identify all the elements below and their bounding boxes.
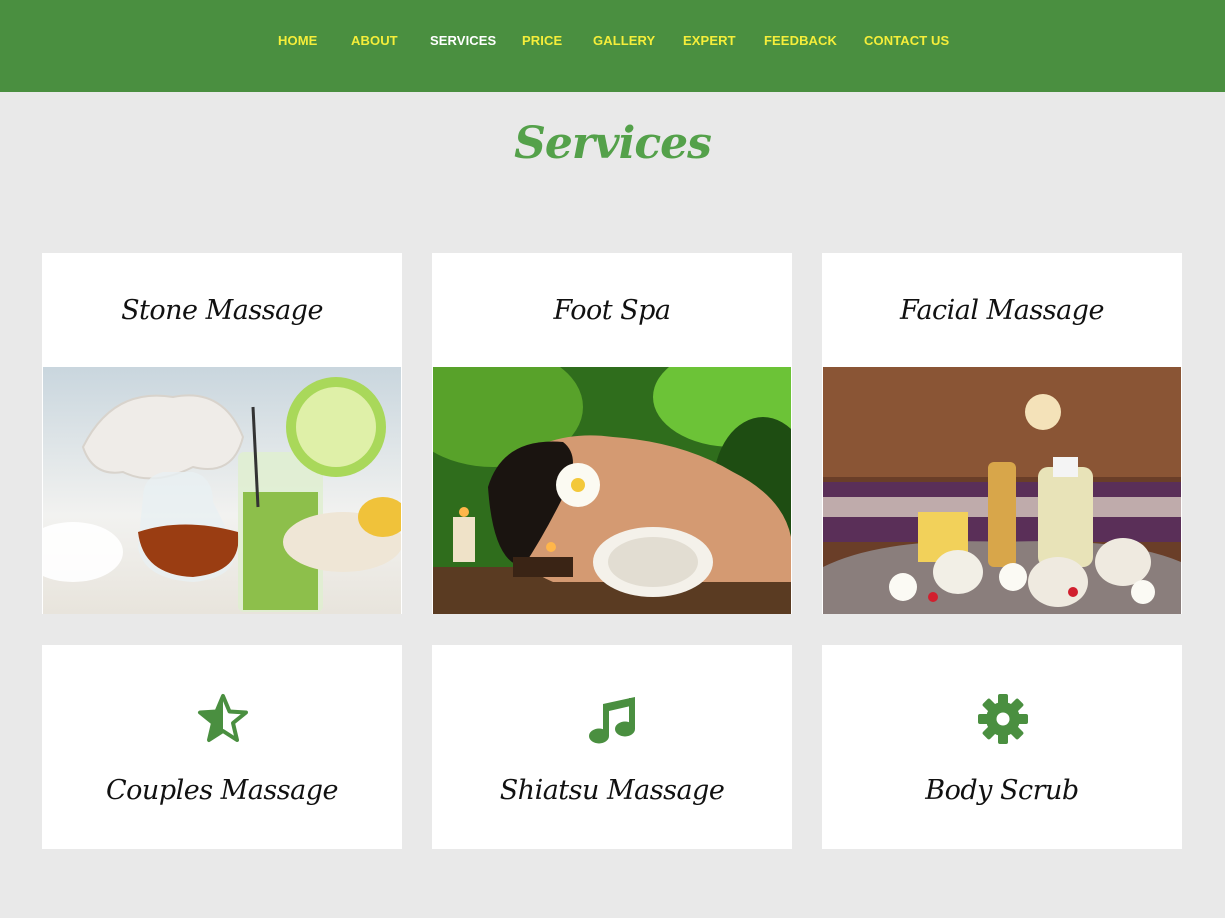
music-note-icon xyxy=(587,693,639,745)
main-navigation: HOME ABOUT SERVICES PRICE GALLERY EXPERT… xyxy=(0,33,1225,51)
service-card-facial-massage[interactable]: Facial Massage xyxy=(822,253,1182,614)
nav-price-link[interactable]: PRICE xyxy=(522,33,562,48)
spa-oils-and-candles-photo xyxy=(823,367,1181,614)
service-card-title: Stone Massage xyxy=(121,295,323,326)
nav-feedback-link[interactable]: FEEDBACK xyxy=(764,33,837,48)
service-card-title: Foot Spa xyxy=(553,295,671,326)
service-card-title: Shiatsu Massage xyxy=(499,775,725,806)
nav-expert-link[interactable]: EXPERT xyxy=(683,33,736,48)
service-card-title: Couples Massage xyxy=(106,775,338,806)
nav-gallery-link[interactable]: GALLERY xyxy=(593,33,655,48)
nav-about-link[interactable]: ABOUT xyxy=(351,33,398,48)
nav-home-link[interactable]: HOME xyxy=(278,33,317,48)
spa-drinks-and-towel-photo xyxy=(43,367,401,614)
service-card-body-scrub[interactable]: Body Scrub xyxy=(822,645,1182,849)
service-card-stone-massage[interactable]: Stone Massage xyxy=(42,253,402,614)
service-card-title: Facial Massage xyxy=(900,295,1104,326)
gear-icon xyxy=(977,693,1029,745)
service-card-foot-spa[interactable]: Foot Spa xyxy=(432,253,792,614)
service-card-couples-massage[interactable]: Couples Massage xyxy=(42,645,402,849)
star-half-icon xyxy=(197,693,249,745)
service-card-shiatsu-massage[interactable]: Shiatsu Massage xyxy=(432,645,792,849)
woman-relaxing-with-flower-photo xyxy=(433,367,791,614)
nav-contact-us-link[interactable]: CONTACT US xyxy=(864,33,949,48)
top-navbar: HOME ABOUT SERVICES PRICE GALLERY EXPERT… xyxy=(0,0,1225,92)
nav-services-link[interactable]: SERVICES xyxy=(430,33,496,48)
service-card-title: Body Scrub xyxy=(925,775,1079,806)
page-title: Services xyxy=(514,118,712,169)
